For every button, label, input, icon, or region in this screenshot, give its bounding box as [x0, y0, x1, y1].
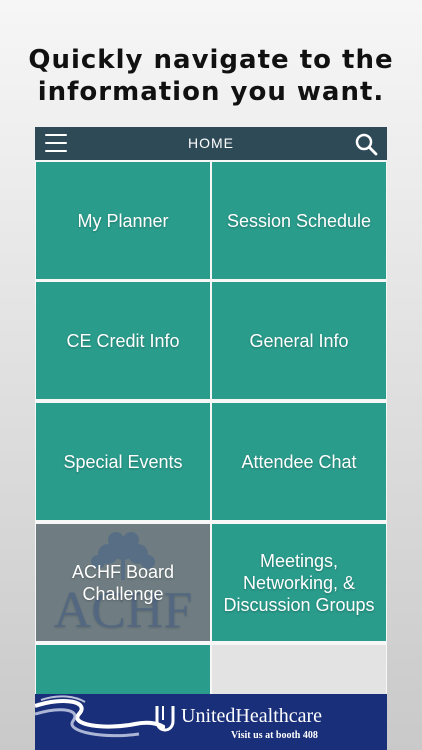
tile-label: CE Credit Info — [66, 330, 180, 351]
tile-my-planner[interactable]: My Planner — [36, 162, 210, 279]
tile-meetings-networking[interactable]: Meetings, Networking, & Discussion Group… — [212, 524, 386, 641]
tile-label: Attendee Chat — [241, 451, 357, 472]
app-screen: HOME My Planner Session Schedule CE Cred… — [35, 127, 387, 750]
tile-session-schedule[interactable]: Session Schedule — [212, 162, 386, 279]
tile-label: Session Schedule — [226, 210, 372, 231]
tile-label: General Info — [249, 330, 349, 351]
tile-attendee-chat[interactable]: Attendee Chat — [212, 403, 386, 520]
top-navigation-bar: HOME — [35, 127, 387, 160]
tile-empty — [212, 645, 386, 696]
sponsor-name: UnitedHealthcare — [181, 705, 323, 727]
banner-swoosh-graphic — [35, 695, 165, 738]
page-title: HOME — [188, 135, 234, 151]
tile-general-info[interactable]: General Info — [212, 282, 386, 399]
tile-label: ACHF Board Challenge — [71, 561, 175, 604]
sponsor-banner[interactable]: UnitedHealthcare Visit us at booth 408 — [35, 694, 387, 750]
tile-partial[interactable] — [36, 645, 210, 696]
tile-achf-board-challenge[interactable]: ACHF ACHF Board Challenge — [36, 524, 210, 641]
headline-line-1: Quickly navigate to the — [28, 45, 394, 75]
sponsor-booth-text: Visit us at booth 408 — [231, 730, 318, 741]
marketing-headline: Quickly navigate to the information you … — [0, 44, 422, 108]
tile-special-events[interactable]: Special Events — [36, 403, 210, 520]
tile-label: Special Events — [63, 451, 183, 472]
headline-line-2: information you want. — [37, 77, 385, 107]
uhc-u-logo-icon — [155, 706, 175, 732]
tile-label: My Planner — [77, 210, 169, 231]
search-icon[interactable] — [354, 132, 378, 156]
tile-label: Meetings, Networking, & Discussion Group… — [223, 550, 375, 615]
tile-ce-credit-info[interactable]: CE Credit Info — [36, 282, 210, 399]
